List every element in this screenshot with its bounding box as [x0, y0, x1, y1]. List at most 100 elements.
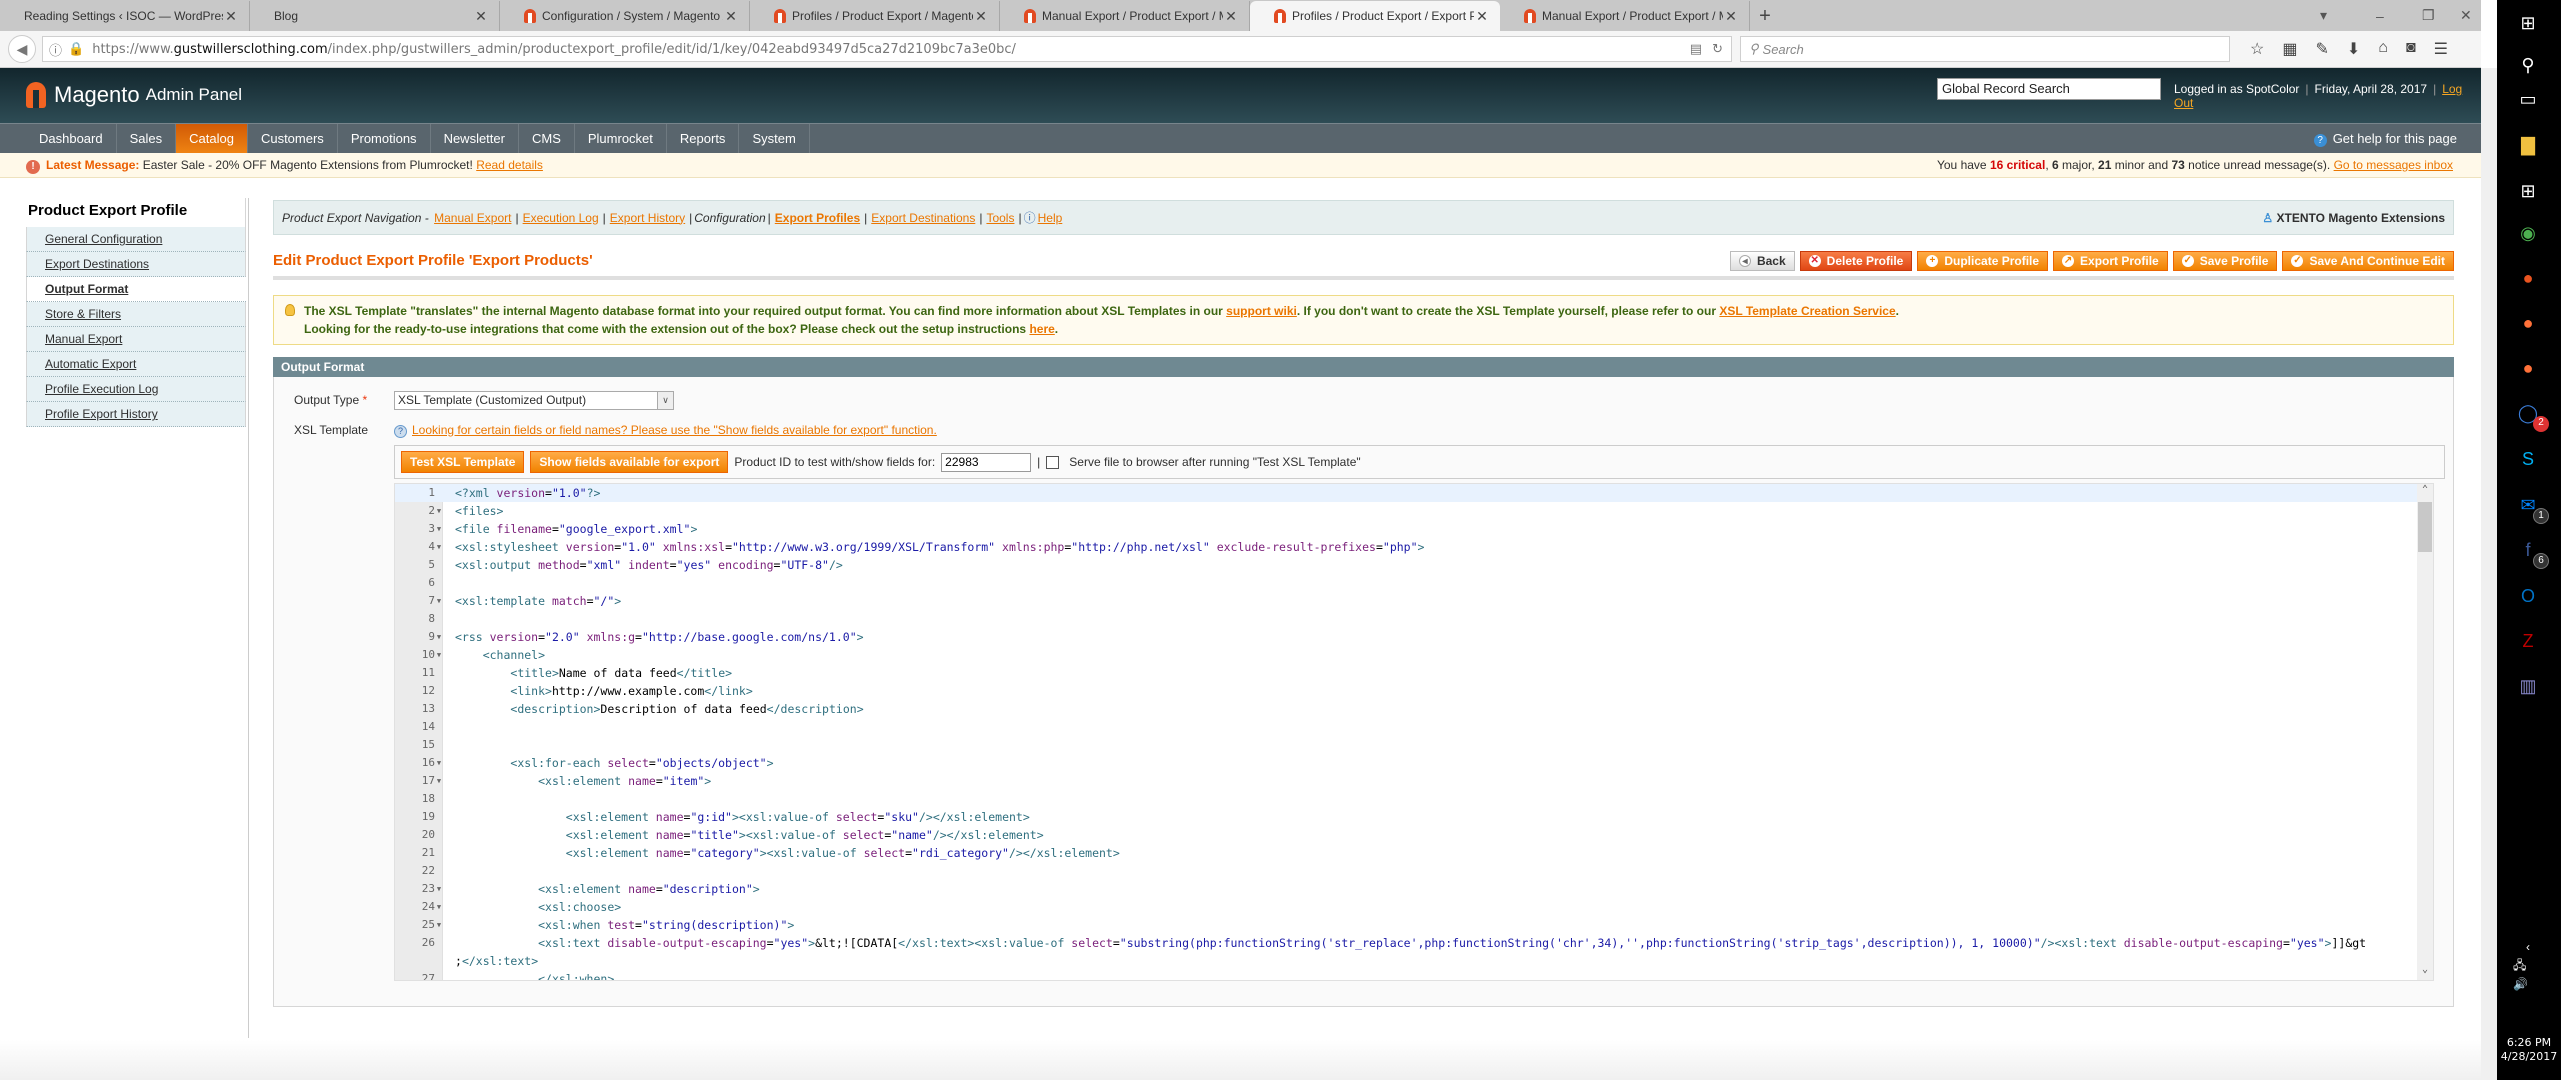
xnav-tools[interactable]: Tools	[986, 211, 1014, 225]
code-line[interactable]: 15	[395, 736, 2433, 754]
fold-toggle-icon[interactable]: ▼	[435, 898, 443, 916]
code-line[interactable]: 23 ▼ <xsl:element name="description">	[395, 880, 2433, 898]
code-line[interactable]: ;</xsl:text>	[395, 952, 2433, 970]
menu-icon[interactable]: ☰	[2434, 39, 2448, 59]
browser-search-input[interactable]: ⚲ Search	[1740, 36, 2230, 62]
search-icon[interactable]: ⚲	[2513, 50, 2543, 80]
save-continue-button[interactable]: ✓ Save And Continue Edit	[2282, 250, 2454, 271]
output-type-select[interactable]: XSL Template (Customized Output) ∨	[394, 390, 674, 410]
chrome-icon[interactable]: ◉	[2513, 218, 2543, 248]
fold-toggle-icon[interactable]: ▼	[435, 754, 443, 772]
browser-tab[interactable]: Blog ✕	[250, 1, 500, 31]
nav-cms[interactable]: CMS	[519, 124, 575, 153]
scroll-up-icon[interactable]: ⌃	[2417, 484, 2433, 500]
code-line[interactable]: 7 ▼ <xsl:template match="/">	[395, 592, 2433, 610]
close-window-icon[interactable]: ✕	[2460, 0, 2472, 31]
reload-icon[interactable]: ↻	[1712, 42, 1723, 57]
page-scrollbar[interactable]	[2481, 68, 2497, 1080]
sidebar-item-automatic-export[interactable]: Automatic Export	[26, 352, 246, 377]
sidebar-item-export-destinations[interactable]: Export Destinations	[26, 252, 246, 277]
skype-icon[interactable]: S	[2513, 444, 2543, 474]
close-tab-icon[interactable]: ✕	[723, 8, 739, 25]
help-link[interactable]: ? Get help for this page	[2313, 124, 2457, 153]
duplicate-profile-button[interactable]: + Duplicate Profile	[1917, 250, 2049, 271]
save-profile-button[interactable]: ✓ Save Profile	[2172, 250, 2278, 271]
home-icon[interactable]: ⌂	[2378, 39, 2388, 59]
tab-list-icon[interactable]: ▾	[2320, 0, 2327, 31]
close-tab-icon[interactable]: ✕	[1223, 8, 1239, 25]
fold-toggle-icon[interactable]: ▼	[435, 592, 443, 610]
fold-toggle-icon[interactable]: ▼	[435, 916, 443, 934]
network-volume-icon[interactable]: 🖧 🔊	[2513, 958, 2543, 991]
code-line[interactable]: 3 ▼ <file filename="google_export.xml">	[395, 520, 2433, 538]
xsl-creation-service-link[interactable]: XSL Template Creation Service	[1719, 304, 1895, 318]
code-line[interactable]: 17 ▼ <xsl:element name="item">	[395, 772, 2433, 790]
nav-catalog[interactable]: Catalog	[176, 124, 248, 153]
fold-toggle-icon[interactable]: ▼	[435, 538, 443, 556]
magento-logo[interactable]: Magento Admin Panel	[26, 82, 242, 108]
code-line[interactable]: 24 ▼ <xsl:choose>	[395, 898, 2433, 916]
code-line[interactable]: 11 <title>Name of data feed</title>	[395, 664, 2433, 682]
code-line[interactable]: 16 ▼ <xsl:for-each select="objects/object…	[395, 754, 2433, 772]
sidebar-item-profile-export-history[interactable]: Profile Export History	[26, 402, 246, 427]
code-line[interactable]: 27 </xsl:when>	[395, 970, 2433, 980]
sidebar-item-output-format[interactable]: Output Format	[26, 277, 246, 302]
url-bar[interactable]: ⓘ 🔒 https://www. gustwillersclothing.com /…	[42, 36, 1732, 62]
support-wiki-link[interactable]: support wiki	[1226, 304, 1297, 318]
global-search-input[interactable]: Global Record Search	[1937, 78, 2161, 100]
app-icon[interactable]: ▥	[2513, 671, 2543, 701]
back-arrow-icon[interactable]: ◀	[8, 35, 36, 63]
tools-icon[interactable]: ✎	[2315, 39, 2328, 59]
code-line[interactable]: 9 ▼ <rss version="2.0" xmlns:g="http://bas…	[395, 628, 2433, 646]
filezilla-icon[interactable]: Z	[2513, 626, 2543, 656]
reading-list-icon[interactable]: ▦	[2282, 39, 2297, 59]
xnav-help[interactable]: Help	[1038, 211, 1063, 225]
close-tab-icon[interactable]: ✕	[973, 8, 989, 25]
restore-icon[interactable]: ❐	[2422, 0, 2435, 31]
bookmark-star-icon[interactable]: ☆	[2250, 39, 2264, 59]
fold-toggle-icon[interactable]: ▼	[435, 880, 443, 898]
code-line[interactable]: 20 <xsl:element name="title"><xsl:value-…	[395, 826, 2433, 844]
nav-promotions[interactable]: Promotions	[338, 124, 431, 153]
code-line[interactable]: 2 ▼ <files>	[395, 502, 2433, 520]
xnav-export-profiles[interactable]: Export Profiles	[775, 211, 860, 225]
ubuntu-icon[interactable]: ●	[2513, 263, 2543, 293]
setup-instructions-link[interactable]: here	[1029, 322, 1054, 336]
browser-tab[interactable]: Configuration / System / Magento A ✕	[500, 1, 750, 31]
xnav-manual-export[interactable]: Manual Export	[434, 211, 511, 225]
code-line[interactable]: 6	[395, 574, 2433, 592]
outlook-icon[interactable]: O	[2513, 581, 2543, 611]
test-xsl-button[interactable]: Test XSL Template	[401, 451, 525, 473]
show-fields-hint-link[interactable]: Looking for certain fields or field name…	[412, 423, 937, 437]
code-line[interactable]: 8	[395, 610, 2433, 628]
code-line[interactable]: 21 <xsl:element name="category"><xsl:val…	[395, 844, 2433, 862]
delete-profile-button[interactable]: ✕ Delete Profile	[1799, 250, 1913, 271]
sidebar-item-profile-execution-log[interactable]: Profile Execution Log	[26, 377, 246, 402]
firefox-icon[interactable]: ●	[2513, 353, 2543, 383]
fold-toggle-icon[interactable]: ▼	[435, 502, 443, 520]
browser-tab[interactable]: Reading Settings ‹ ISOC — WordPress ✕	[0, 1, 250, 31]
code-line[interactable]: 14	[395, 718, 2433, 736]
sidebar-item-store-filters[interactable]: Store & Filters	[26, 302, 246, 327]
firefox-icon[interactable]: ●	[2513, 308, 2543, 338]
sidebar-item-general-configuration[interactable]: General Configuration	[26, 227, 246, 252]
serve-file-checkbox[interactable]	[1046, 455, 1060, 469]
file-explorer-icon[interactable]: ▇	[2513, 130, 2543, 160]
task-view-icon[interactable]: ▭	[2513, 84, 2543, 114]
info-icon[interactable]: ⓘ	[49, 40, 62, 59]
xnav-export-history[interactable]: Export History	[610, 211, 685, 225]
nav-reports[interactable]: Reports	[667, 124, 740, 153]
browser-tab[interactable]: Manual Export / Product Export / M ✕	[1000, 1, 1250, 31]
browser-tab[interactable]: Profiles / Product Export / Magento ✕	[750, 1, 1000, 31]
minimize-icon[interactable]: –	[2376, 0, 2384, 31]
close-tab-icon[interactable]: ✕	[473, 8, 489, 25]
code-editor[interactable]: 1 <?xml version="1.0"?> 2 ▼ <files> 3 ▼ <file f…	[394, 483, 2434, 981]
reader-view-icon[interactable]: ▤	[1690, 42, 1702, 57]
browser-tab-active[interactable]: Profiles / Product Export / Export Pr ✕	[1250, 1, 1500, 31]
browser-tab[interactable]: Manual Export / Product Export / M ✕	[1500, 1, 1750, 31]
windows-start-icon[interactable]: ⊞	[2513, 8, 2543, 38]
fold-toggle-icon[interactable]: ▼	[435, 628, 443, 646]
code-line[interactable]: 18	[395, 790, 2433, 808]
code-line[interactable]: 25 ▼ <xsl:when test="string(description)"…	[395, 916, 2433, 934]
code-line[interactable]: 22	[395, 862, 2433, 880]
